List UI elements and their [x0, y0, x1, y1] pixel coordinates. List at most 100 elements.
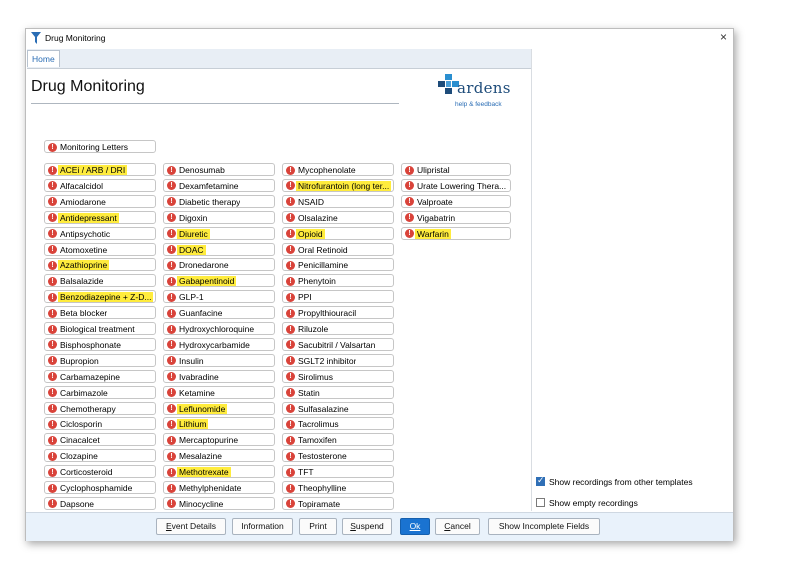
information-button[interactable]: Information: [232, 518, 293, 535]
drug-item[interactable]: ! Beta blocker: [44, 306, 156, 320]
drug-item[interactable]: ! Sulfasalazine: [282, 401, 394, 415]
drug-label: SGLT2 inhibitor: [298, 355, 357, 366]
drug-item[interactable]: ! Minocycline: [163, 496, 275, 510]
show-other-templates-checkbox[interactable]: [536, 475, 545, 486]
drug-item[interactable]: ! TFT: [282, 465, 394, 479]
drug-item[interactable]: ! Bisphosphonate: [44, 337, 156, 351]
drug-item[interactable]: ! Carbamazepine: [44, 369, 156, 383]
drug-item[interactable]: ! DOAC: [163, 242, 275, 256]
monitoring-letters-item[interactable]: ! Monitoring Letters: [44, 140, 156, 153]
show-other-templates-label: Show recordings from other templates: [549, 477, 693, 487]
drug-item[interactable]: ! Corticosteroid: [44, 465, 156, 479]
drug-item[interactable]: ! Tamoxifen: [282, 433, 394, 447]
drug-item[interactable]: ! Theophylline: [282, 481, 394, 494]
drug-item[interactable]: ! Cyclophosphamide: [44, 481, 156, 494]
alert-icon: !: [286, 372, 295, 382]
ardens-logo[interactable]: ardens help & feedback: [435, 74, 529, 114]
drug-item[interactable]: ! Ivabradine: [163, 369, 275, 383]
drug-item[interactable]: ! Vigabatrin: [401, 210, 511, 224]
alert-icon: !: [167, 435, 176, 445]
drug-label: Balsalazide: [60, 276, 104, 287]
drug-item[interactable]: ! Dexamfetamine: [163, 178, 275, 192]
drug-item[interactable]: ! NSAID: [282, 194, 394, 208]
alert-icon: !: [48, 467, 57, 477]
event-details-button[interactable]: Event Details: [156, 518, 226, 535]
drug-item[interactable]: ! Propylthiouracil: [282, 306, 394, 320]
drug-item[interactable]: ! Testosterone: [282, 449, 394, 463]
alert-icon: !: [48, 324, 57, 334]
drug-item[interactable]: ! SGLT2 inhibitor: [282, 353, 394, 367]
drug-item[interactable]: ! Clozapine: [44, 449, 156, 463]
drug-label: Azathioprine: [58, 260, 110, 271]
drug-item[interactable]: ! ACEi / ARB / DRI: [44, 163, 156, 176]
drug-item[interactable]: ! Mesalazine: [163, 449, 275, 463]
button-bar: Event Details Information Print Suspend …: [26, 512, 733, 541]
drug-label: Antidepressant: [58, 212, 119, 223]
drug-item[interactable]: ! Topiramate: [282, 496, 394, 510]
drug-item[interactable]: ! Tacrolimus: [282, 417, 394, 431]
drug-item[interactable]: ! Opioid: [282, 226, 394, 240]
drug-item[interactable]: ! Lithium: [163, 417, 275, 431]
drug-item[interactable]: ! Bupropion: [44, 353, 156, 367]
drug-item[interactable]: ! Warfarin: [401, 226, 511, 240]
drug-item[interactable]: ! Ketamine: [163, 385, 275, 399]
drug-item[interactable]: ! PPI: [282, 290, 394, 304]
drug-item[interactable]: ! Alfacalcidol: [44, 178, 156, 192]
suspend-button[interactable]: Suspend: [342, 518, 392, 535]
drug-item[interactable]: ! Chemotherapy: [44, 401, 156, 415]
show-incomplete-fields-button[interactable]: Show Incomplete Fields: [488, 518, 600, 535]
drug-item[interactable]: ! Biological treatment: [44, 322, 156, 335]
drug-item[interactable]: ! Olsalazine: [282, 210, 394, 224]
drug-item[interactable]: ! Riluzole: [282, 322, 394, 335]
drug-item[interactable]: ! Balsalazide: [44, 274, 156, 288]
drug-item[interactable]: ! Urate Lowering Thera...: [401, 178, 511, 192]
drug-item[interactable]: ! Benzodiazepine + Z-D...: [44, 290, 156, 304]
cancel-button[interactable]: Cancel: [435, 518, 480, 535]
drug-item[interactable]: ! Leflunomide: [163, 401, 275, 415]
print-button[interactable]: Print: [299, 518, 337, 535]
drug-item[interactable]: ! Oral Retinoid: [282, 242, 394, 256]
alert-icon: !: [286, 324, 295, 334]
show-empty-recordings-checkbox[interactable]: [536, 498, 545, 507]
drug-item[interactable]: ! Gabapentinoid: [163, 274, 275, 288]
alert-icon: !: [286, 499, 295, 509]
drug-item[interactable]: ! Atomoxetine: [44, 242, 156, 256]
help-feedback-link[interactable]: help & feedback: [455, 101, 502, 108]
drug-item[interactable]: ! Nitrofurantoin (long ter...: [282, 178, 394, 192]
tab-home[interactable]: Home: [27, 50, 60, 67]
drug-item[interactable]: ! Statin: [282, 385, 394, 399]
drug-item[interactable]: ! Dronedarone: [163, 258, 275, 272]
drug-label: Hydroxycarbamide: [179, 339, 250, 350]
drug-item[interactable]: ! Dapsone: [44, 496, 156, 510]
drug-item[interactable]: ! Azathioprine: [44, 258, 156, 272]
drug-item[interactable]: ! Methylphenidate: [163, 481, 275, 494]
drug-item[interactable]: ! GLP-1: [163, 290, 275, 304]
drug-item[interactable]: ! Diuretic: [163, 226, 275, 240]
drug-item[interactable]: ! Diabetic therapy: [163, 194, 275, 208]
drug-item[interactable]: ! Ulipristal: [401, 163, 511, 176]
close-icon[interactable]: ×: [720, 30, 727, 44]
drug-item[interactable]: ! Phenytoin: [282, 274, 394, 288]
drug-item[interactable]: ! Valproate: [401, 194, 511, 208]
drug-item[interactable]: ! Cinacalcet: [44, 433, 156, 447]
drug-item[interactable]: ! Mycophenolate: [282, 163, 394, 176]
drug-item[interactable]: ! Sirolimus: [282, 369, 394, 383]
drug-item[interactable]: ! Antipsychotic: [44, 226, 156, 240]
drug-item[interactable]: ! Penicillamine: [282, 258, 394, 272]
drug-item[interactable]: ! Antidepressant: [44, 210, 156, 224]
drug-item[interactable]: ! Mercaptopurine: [163, 433, 275, 447]
drug-label: Methylphenidate: [179, 483, 242, 493]
alert-icon: !: [405, 181, 414, 191]
drug-item[interactable]: ! Sacubitril / Valsartan: [282, 337, 394, 351]
drug-item[interactable]: ! Digoxin: [163, 210, 275, 224]
drug-item[interactable]: ! Guanfacine: [163, 306, 275, 320]
drug-item[interactable]: ! Hydroxycarbamide: [163, 337, 275, 351]
drug-item[interactable]: ! Methotrexate: [163, 465, 275, 479]
drug-item[interactable]: ! Carbimazole: [44, 385, 156, 399]
drug-item[interactable]: ! Hydroxychloroquine: [163, 322, 275, 335]
ok-button[interactable]: Ok: [400, 518, 430, 535]
drug-item[interactable]: ! Denosumab: [163, 163, 275, 176]
drug-item[interactable]: ! Amiodarone: [44, 194, 156, 208]
drug-item[interactable]: ! Insulin: [163, 353, 275, 367]
drug-item[interactable]: ! Ciclosporin: [44, 417, 156, 431]
